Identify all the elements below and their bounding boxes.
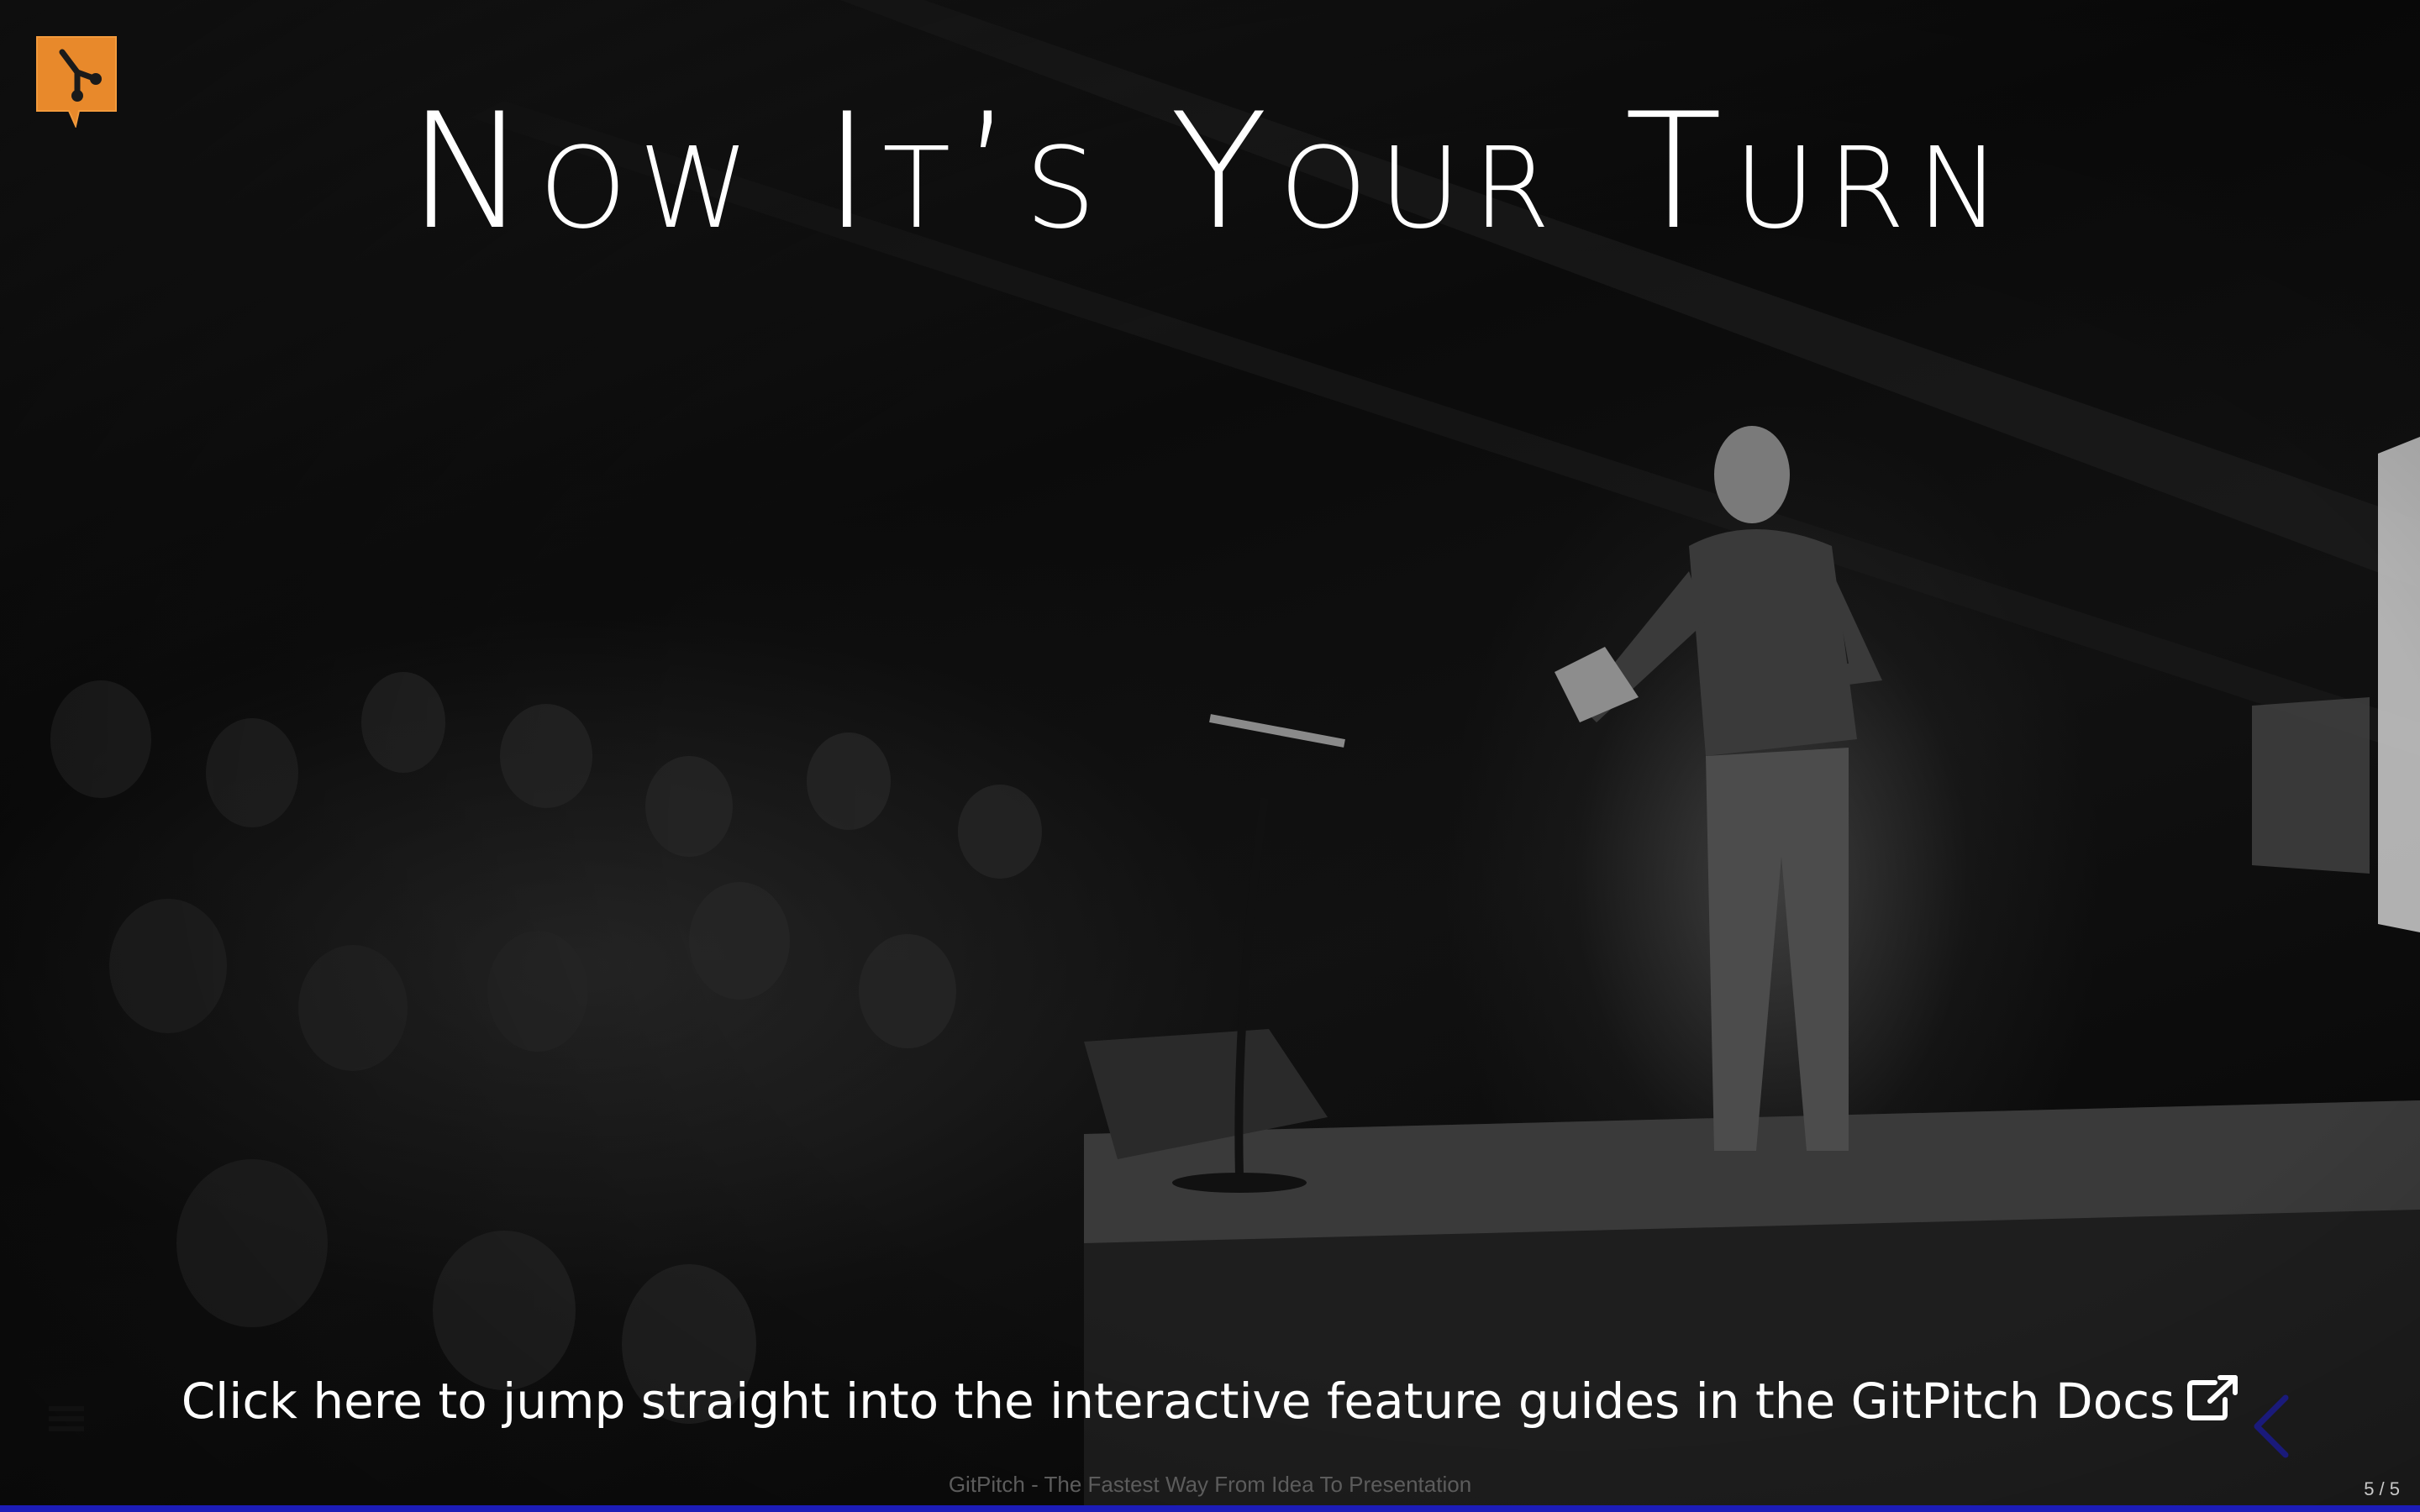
docs-link[interactable]: Click here to jump straight into the int… bbox=[0, 1368, 2420, 1435]
docs-link-label[interactable]: Click here to jump straight into the int… bbox=[182, 1373, 2175, 1430]
progress-bar-fill bbox=[0, 1505, 2420, 1512]
presentation-slide: Now It’s Your Turn Click here to jump st… bbox=[0, 0, 2420, 1512]
hamburger-menu-icon[interactable] bbox=[49, 1404, 84, 1433]
chevron-left-icon[interactable] bbox=[2252, 1394, 2291, 1458]
progress-bar bbox=[0, 1505, 2420, 1512]
slide-number: 5 / 5 bbox=[2364, 1478, 2400, 1499]
slide-title: Now It’s Your Turn bbox=[408, 79, 2012, 265]
footer-tagline: GitPitch - The Fastest Way From Idea To … bbox=[948, 1472, 1472, 1497]
external-link-icon[interactable] bbox=[2186, 1374, 2238, 1421]
